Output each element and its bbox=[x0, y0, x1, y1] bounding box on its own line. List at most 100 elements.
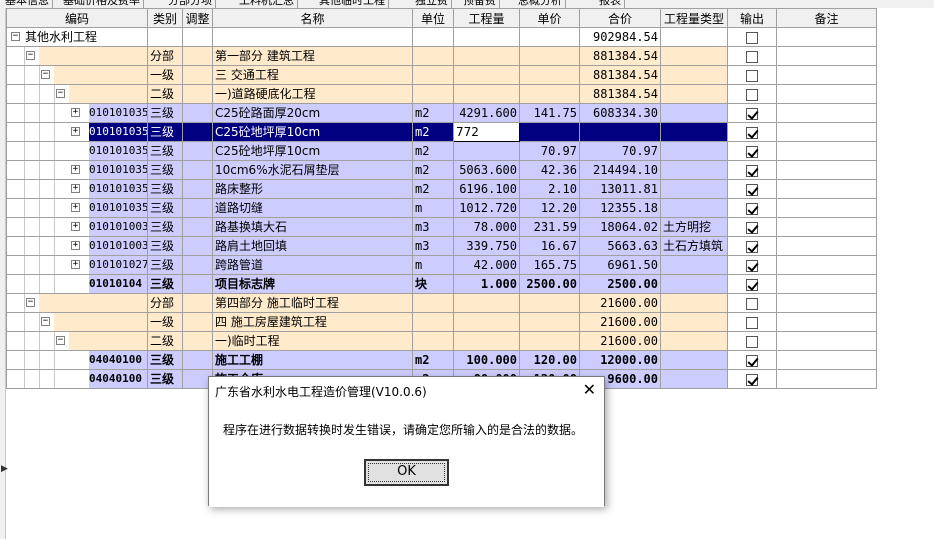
cell-total[interactable]: 18064.02 bbox=[579, 217, 661, 237]
table-row[interactable]: 04040100 三级 施工工棚 m2 100.000 120.00 12000.00 bbox=[6, 350, 877, 370]
output-checkbox[interactable] bbox=[746, 316, 758, 329]
cell-category[interactable]: 分部 bbox=[147, 46, 183, 66]
cell-category[interactable]: 分部 bbox=[147, 293, 183, 313]
cell-quantity-type[interactable] bbox=[660, 103, 728, 123]
expand-icon[interactable]: + bbox=[71, 260, 80, 269]
cell-code[interactable]: − 其他水利工程 bbox=[6, 27, 148, 47]
cell-unit[interactable]: m2 bbox=[412, 103, 454, 123]
cell-quantity-type[interactable] bbox=[660, 293, 728, 313]
cell-code[interactable]: − bbox=[6, 84, 148, 104]
cell-category[interactable]: 三级 bbox=[147, 350, 183, 370]
cell-name[interactable]: 一)临时工程 bbox=[212, 331, 413, 351]
cell-name[interactable]: C25砼地坪厚10cm bbox=[212, 122, 413, 142]
cell-category[interactable]: 三级 bbox=[147, 255, 183, 275]
cell-unit[interactable]: m2 bbox=[412, 350, 454, 370]
cell-quantity[interactable] bbox=[453, 84, 520, 104]
cell-total[interactable]: 214494.10 bbox=[579, 160, 661, 180]
cell-note[interactable] bbox=[776, 122, 877, 142]
cell-adjust[interactable] bbox=[182, 274, 213, 294]
cell-quantity[interactable]: 5063.600 bbox=[453, 160, 520, 180]
cell-quantity-type[interactable] bbox=[660, 141, 728, 161]
output-checkbox[interactable] bbox=[746, 335, 758, 348]
cell-name[interactable]: 路肩土地回填 bbox=[212, 236, 413, 256]
cell-quantity[interactable] bbox=[453, 312, 520, 332]
cell-total[interactable]: 21600.00 bbox=[579, 293, 661, 313]
cell-quantity-type[interactable] bbox=[660, 27, 728, 47]
tab-material-summary[interactable]: 工料机汇总 bbox=[236, 0, 298, 8]
cell-total[interactable]: 902984.54 bbox=[579, 27, 661, 47]
cell-total[interactable]: 21600.00 bbox=[579, 331, 661, 351]
cell-unit[interactable]: 块 bbox=[412, 274, 454, 294]
cell-quantity-type[interactable] bbox=[660, 369, 728, 389]
output-checkbox[interactable] bbox=[746, 278, 758, 291]
output-checkbox[interactable] bbox=[746, 221, 758, 234]
cell-code[interactable]: +0101010350 bbox=[6, 122, 148, 142]
cell-total[interactable]: 2500.00 bbox=[579, 274, 661, 294]
cell-adjust[interactable] bbox=[182, 255, 213, 275]
cell-total[interactable]: 881384.54 bbox=[579, 84, 661, 104]
cell-unit-price[interactable]: 165.75 bbox=[519, 255, 580, 275]
cell-name[interactable]: 第一部分 建筑工程 bbox=[212, 46, 413, 66]
cell-adjust[interactable] bbox=[182, 27, 213, 47]
cell-category[interactable] bbox=[147, 27, 183, 47]
cell-adjust[interactable] bbox=[182, 350, 213, 370]
table-row[interactable]: − 二级 一)临时工程 21600.00 bbox=[6, 331, 877, 351]
cell-name[interactable]: 路床整形 bbox=[212, 179, 413, 199]
cell-code[interactable]: − bbox=[6, 312, 148, 332]
cell-code[interactable]: +0101010350 bbox=[6, 103, 148, 123]
cell-category[interactable]: 三级 bbox=[147, 141, 183, 161]
cell-note[interactable] bbox=[776, 312, 877, 332]
cell-note[interactable] bbox=[776, 331, 877, 351]
cell-quantity[interactable]: 4291.600 bbox=[453, 103, 520, 123]
cell-adjust[interactable] bbox=[182, 236, 213, 256]
cell-note[interactable] bbox=[776, 160, 877, 180]
cell-category[interactable]: 三级 bbox=[147, 198, 183, 218]
cell-total[interactable]: 12355.18 bbox=[579, 198, 661, 218]
table-row[interactable]: − 二级 一)道路硬底化工程 881384.54 bbox=[6, 84, 877, 104]
cell-unit[interactable] bbox=[412, 27, 454, 47]
cell-category[interactable]: 三级 bbox=[147, 103, 183, 123]
cell-name[interactable]: 施工工棚 bbox=[212, 350, 413, 370]
cell-code[interactable]: +0101010030 bbox=[6, 217, 148, 237]
cell-adjust[interactable] bbox=[182, 141, 213, 161]
tab-independent-fee[interactable]: 独立费 bbox=[412, 0, 452, 8]
cell-code[interactable]: − bbox=[6, 46, 148, 66]
cell-adjust[interactable] bbox=[182, 331, 213, 351]
cell-code[interactable]: − bbox=[6, 293, 148, 313]
output-checkbox[interactable] bbox=[746, 240, 758, 253]
table-row[interactable]: − 分部 第四部分 施工临时工程 21600.00 bbox=[6, 293, 877, 313]
cell-total[interactable]: 70.97 bbox=[579, 141, 661, 161]
cell-note[interactable] bbox=[776, 84, 877, 104]
cell-note[interactable] bbox=[776, 46, 877, 66]
cell-quantity[interactable] bbox=[453, 65, 520, 85]
cell-unit-price[interactable] bbox=[519, 331, 580, 351]
table-row[interactable]: +0101010030三级 路肩土地回填m3339.75016.675663.63… bbox=[6, 236, 877, 256]
cell-total[interactable]: 13011.81 bbox=[579, 179, 661, 199]
cell-note[interactable] bbox=[776, 369, 877, 389]
cell-unit[interactable] bbox=[412, 312, 454, 332]
cell-code[interactable]: 04040100 bbox=[6, 350, 148, 370]
cell-quantity[interactable]: 339.750 bbox=[453, 236, 520, 256]
cell-adjust[interactable] bbox=[182, 293, 213, 313]
expand-icon[interactable]: + bbox=[71, 127, 80, 136]
cell-adjust[interactable] bbox=[182, 103, 213, 123]
output-checkbox[interactable] bbox=[746, 354, 758, 367]
cell-quantity-type[interactable]: 土石方填筑 bbox=[660, 236, 728, 256]
cell-name[interactable]: 第四部分 施工临时工程 bbox=[212, 293, 413, 313]
cell-note[interactable] bbox=[776, 274, 877, 294]
tab-base-price[interactable]: 基础价格及费率 bbox=[60, 0, 144, 8]
cell-adjust[interactable] bbox=[182, 46, 213, 66]
table-row[interactable]: +0101010350三级 道路切缝m1012.72012.2012355.18 bbox=[6, 198, 877, 218]
cell-quantity-type[interactable] bbox=[660, 312, 728, 332]
tab-temp-works[interactable]: 其他临时工程 bbox=[316, 0, 389, 8]
cell-category[interactable]: 一级 bbox=[147, 65, 183, 85]
cell-unit[interactable]: m2 bbox=[412, 122, 454, 142]
tab-items[interactable]: 分部分项 bbox=[165, 0, 216, 8]
cell-adjust[interactable] bbox=[182, 65, 213, 85]
cell-code[interactable]: 0101010350 bbox=[6, 141, 148, 161]
cell-unit[interactable]: m bbox=[412, 198, 454, 218]
col-header-category[interactable]: 类别 bbox=[147, 8, 183, 28]
col-header-output[interactable]: 输出 bbox=[727, 8, 777, 28]
expand-icon[interactable]: + bbox=[71, 203, 80, 212]
col-header-note[interactable]: 备注 bbox=[776, 8, 877, 28]
